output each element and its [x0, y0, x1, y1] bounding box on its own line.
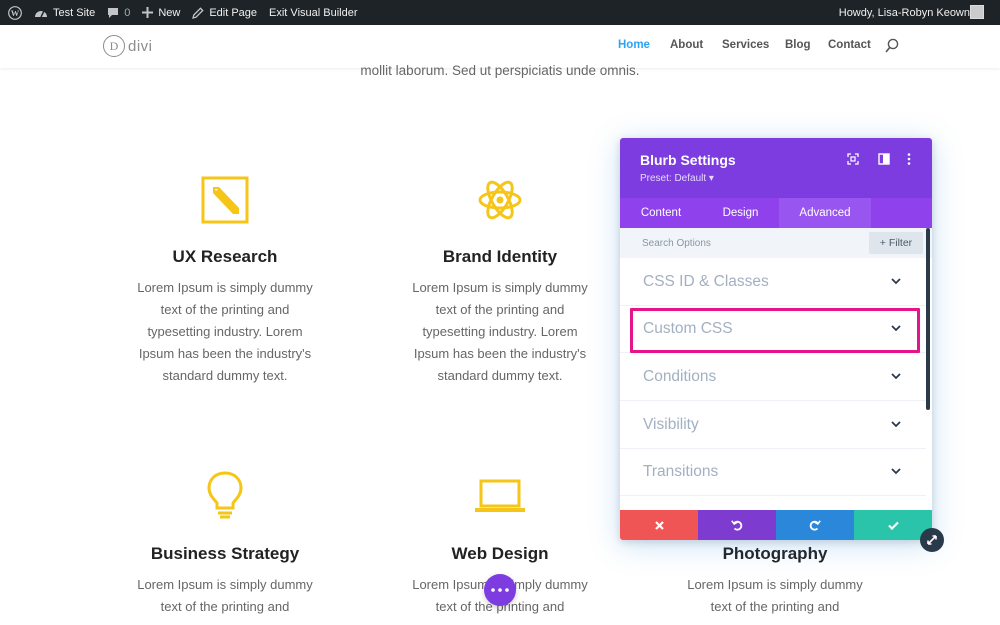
edit-label: Edit Page: [209, 6, 258, 19]
undo-icon: [731, 520, 743, 531]
nav-home[interactable]: Home: [618, 39, 650, 51]
site-logo[interactable]: D divi: [103, 35, 153, 57]
logo-mark: D: [103, 35, 125, 57]
dashboard-icon: [35, 10, 47, 17]
search-options-input[interactable]: Search Options: [642, 238, 711, 249]
builder-menu-button[interactable]: [484, 574, 516, 606]
comment-icon: [108, 7, 119, 18]
redo-icon: [809, 520, 821, 531]
text-line: Lorem Ipsum is simply dummy: [137, 280, 313, 295]
blurb-title-web-design: Web Design: [451, 544, 549, 563]
section-css-id-classes[interactable]: CSS ID & Classes: [620, 259, 926, 306]
undo-button[interactable]: [698, 510, 776, 540]
text-line: Lorem Ipsum is simply dummy: [412, 280, 588, 295]
howdy-text: Howdy, Lisa-Robyn Keown: [838, 6, 970, 19]
admin-edit-link[interactable]: Edit Page: [186, 0, 263, 25]
pencil-icon: [192, 6, 204, 19]
exit-label: Exit Visual Builder: [269, 6, 358, 19]
text-line: Ipsum has been the industry's: [138, 346, 312, 361]
site-header: D divi Home About Services Blog Contact: [0, 25, 1000, 68]
nav-about[interactable]: About: [670, 39, 703, 51]
text-line: Lorem Ipsum is simply dummy: [137, 577, 313, 592]
search-icon[interactable]: [885, 38, 899, 54]
tab-content[interactable]: Content: [620, 198, 702, 228]
text-line: text of the printing and: [160, 599, 290, 614]
modal-header[interactable]: Blurb Settings Preset: Default ▾: [620, 138, 932, 198]
tab-advanced[interactable]: Advanced: [779, 198, 871, 228]
search-options-bar: Search Options + Filter: [620, 228, 932, 258]
new-label: New: [158, 6, 181, 19]
preset-dropdown[interactable]: Preset: Default ▾: [640, 173, 714, 184]
blurb-text-business-strategy: Lorem Ipsum is simply dummy text of the …: [105, 574, 345, 618]
nav-blog[interactable]: Blog: [785, 39, 811, 51]
blurb-text-ux-research: Lorem Ipsum is simply dummy text of the …: [105, 277, 345, 387]
filter-button[interactable]: + Filter: [869, 232, 923, 254]
plus-icon: [142, 7, 154, 18]
section-visibility[interactable]: Visibility: [620, 402, 926, 449]
blurb-title-brand-identity: Brand Identity: [442, 247, 558, 266]
close-icon: [654, 520, 664, 530]
chevron-down-icon: [891, 278, 901, 285]
atom-icon: [478, 180, 522, 220]
tab-design[interactable]: Design: [702, 198, 779, 228]
blurb-title-ux-research: UX Research: [172, 247, 278, 266]
text-line: standard dummy text.: [437, 368, 563, 383]
lightbulb-icon: [207, 471, 243, 519]
wordpress-logo-icon[interactable]: W: [0, 0, 28, 25]
text-line: text of the printing and: [710, 599, 840, 614]
blurb-text-photography: Lorem Ipsum is simply dummy text of the …: [655, 574, 895, 618]
section-label: Transitions: [643, 463, 719, 480]
chevron-down-icon: [891, 421, 901, 428]
blurb-title-photography: Photography: [722, 544, 828, 563]
redo-button[interactable]: [776, 510, 854, 540]
admin-site-link[interactable]: Test Site: [28, 0, 101, 25]
modal-resize-handle[interactable]: [920, 528, 944, 552]
modal-tabs: Content Design Advanced: [620, 198, 932, 228]
custom-css-highlight: [630, 308, 920, 353]
section-conditions[interactable]: Conditions: [620, 354, 926, 401]
admin-comments-link[interactable]: 0: [101, 0, 136, 25]
text-line: Ipsum has been the industry's: [413, 346, 587, 361]
comments-count: 0: [124, 6, 131, 19]
chevron-down-icon: [891, 373, 901, 380]
modal-footer: [620, 510, 932, 540]
split-view-icon[interactable]: [878, 153, 890, 165]
svg-text:W: W: [11, 8, 20, 18]
text-line: typesetting industry. Lorem: [422, 324, 578, 339]
nav-services[interactable]: Services: [722, 39, 769, 51]
fullscreen-icon[interactable]: [847, 153, 859, 165]
text-line: text of the printing and: [435, 302, 565, 317]
resize-arrows-icon: [927, 535, 937, 545]
more-dots-icon: [491, 588, 509, 592]
section-label: CSS ID & Classes: [643, 273, 769, 290]
modal-title: Blurb Settings: [640, 152, 736, 168]
text-line: Lorem Ipsum is simply dummy: [687, 577, 863, 592]
modal-scrollbar[interactable]: [926, 228, 930, 410]
discard-button[interactable]: [620, 510, 698, 540]
section-label: Conditions: [643, 368, 717, 385]
text-line: text of the printing and: [160, 302, 290, 317]
intro-text: mollit laborum. Sed ut perspiciatis unde…: [360, 63, 640, 78]
blurb-text-brand-identity: Lorem Ipsum is simply dummy text of the …: [380, 277, 620, 387]
nav-contact[interactable]: Contact: [828, 39, 871, 51]
text-line: typesetting industry. Lorem: [147, 324, 303, 339]
site-name: Test Site: [53, 6, 96, 19]
blurb-title-business-strategy: Business Strategy: [150, 544, 300, 563]
text-line: standard dummy text.: [162, 368, 288, 383]
admin-bar: W Test Site 0 New Edit Page Exit Visual …: [0, 0, 1000, 25]
admin-new-link[interactable]: New: [136, 0, 186, 25]
section-label: Visibility: [643, 416, 699, 433]
chevron-down-icon: [891, 468, 901, 475]
section-transitions[interactable]: Transitions: [620, 449, 926, 496]
exit-visual-builder-link[interactable]: Exit Visual Builder: [263, 0, 363, 25]
check-icon: [887, 521, 899, 530]
pencil-square-icon: [201, 176, 249, 224]
more-vertical-icon[interactable]: [907, 153, 911, 165]
avatar[interactable]: [970, 5, 984, 19]
logo-text: divi: [128, 37, 153, 55]
laptop-icon: [475, 479, 525, 512]
